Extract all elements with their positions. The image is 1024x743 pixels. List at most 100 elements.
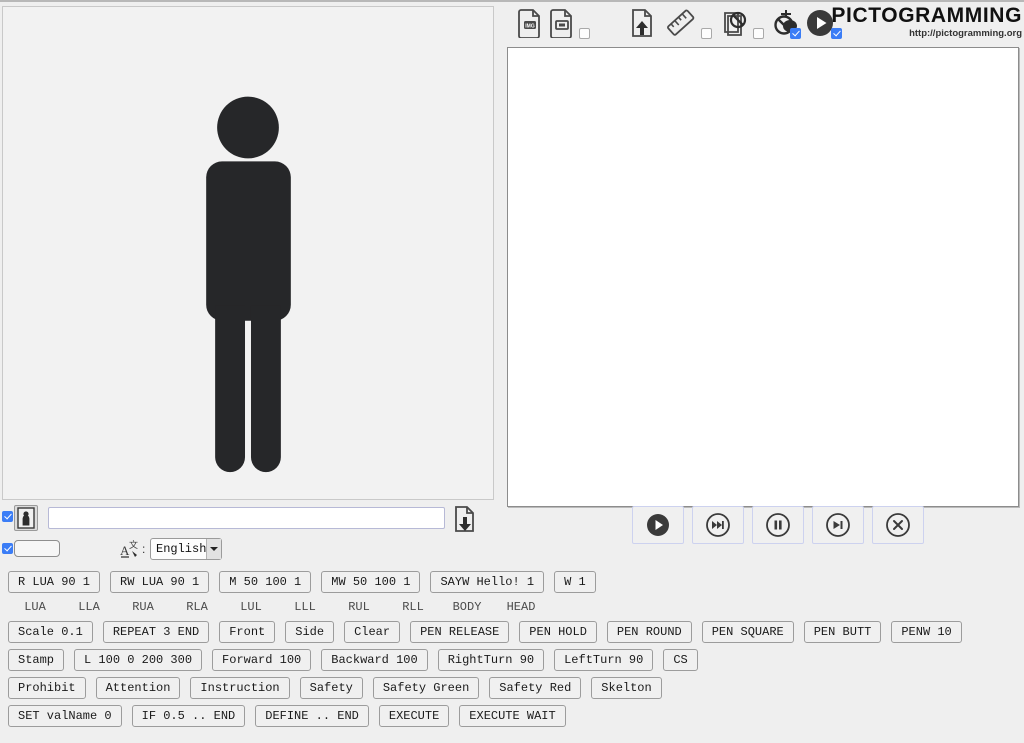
toolbar-checkbox-4[interactable] [790, 28, 801, 39]
ruler-icon[interactable] [667, 8, 695, 38]
translate-icon: A 文 [118, 538, 142, 560]
command-input[interactable] [48, 507, 445, 529]
body-part-label[interactable]: RLL [386, 600, 440, 614]
pictogram-right-leg [250, 305, 281, 473]
cmd-button[interactable]: PEN RELEASE [410, 621, 510, 643]
body-part-label[interactable]: RUA [116, 600, 170, 614]
cmd-button[interactable]: IF 0.5 .. END [131, 705, 246, 727]
cmd-button[interactable]: EXECUTE WAIT [459, 705, 566, 727]
cmd-button[interactable]: Front [219, 621, 276, 643]
cmd-button[interactable]: Backward 100 [321, 649, 428, 671]
play-filled-icon[interactable] [805, 8, 833, 38]
cmd-button[interactable]: PEN BUTT [803, 621, 882, 643]
body-part-label[interactable]: LLA [62, 600, 116, 614]
pictogram-left-leg [215, 305, 246, 473]
cmd-button[interactable]: Attention [95, 677, 181, 699]
body-part-label[interactable]: LUA [8, 600, 62, 614]
cmd-button[interactable]: PEN SQUARE [701, 621, 794, 643]
body-part-label[interactable]: RLA [170, 600, 224, 614]
brand-url: http://pictogramming.org [909, 28, 1022, 39]
drawing-commands-row: Scale 0.1 REPEAT 3 END Front Side Clear … [0, 618, 1024, 646]
cmd-button[interactable]: CS [663, 649, 698, 671]
body-part-label[interactable]: LUL [224, 600, 278, 614]
svg-text:IMG: IMG [525, 24, 535, 30]
pictogram-person-icon [17, 507, 35, 529]
play-icon [647, 514, 669, 536]
cmd-button[interactable]: PEN ROUND [606, 621, 692, 643]
pictogram-person-button[interactable] [14, 505, 38, 531]
save-image-icon[interactable]: IMG [517, 8, 545, 38]
cmd-button[interactable]: EXECUTE [378, 705, 450, 727]
cmd-button[interactable]: PENW 10 [891, 621, 962, 643]
sign-commands-row: Prohibit Attention Instruction Safety Sa… [0, 674, 1024, 702]
cmd-button[interactable]: Instruction [190, 677, 290, 699]
cmd-button[interactable]: RightTurn 90 [437, 649, 545, 671]
fast-forward-button[interactable] [692, 506, 744, 544]
toolbar-checkbox-1[interactable] [579, 28, 590, 39]
cmd-button[interactable]: Forward 100 [212, 649, 312, 671]
cmd-button[interactable]: L 100 0 200 300 [74, 649, 203, 671]
toolbar-checkbox-3[interactable] [753, 28, 764, 39]
language-row: A 文 : English [0, 538, 500, 564]
command-input-checkbox[interactable] [2, 511, 13, 522]
pictogram-head [217, 96, 279, 159]
stop-button[interactable] [872, 506, 924, 544]
play-button[interactable] [632, 506, 684, 544]
fast-forward-icon [706, 513, 730, 537]
cmd-button[interactable]: PEN HOLD [519, 621, 597, 643]
turtle-commands-row: Stamp L 100 0 200 300 Forward 100 Backwa… [0, 646, 1024, 674]
pause-button[interactable] [752, 506, 804, 544]
command-palette: R LUA 90 1 RW LUA 90 1 M 50 100 1 MW 50 … [0, 568, 1024, 730]
cmd-button[interactable]: DEFINE .. END [255, 705, 369, 727]
cmd-button[interactable]: SAYW Hello! 1 [430, 571, 545, 593]
svg-text:文: 文 [129, 539, 138, 550]
body-part-label[interactable]: HEAD [494, 600, 548, 614]
program-commands-row: SET valName 0 IF 0.5 .. END DEFINE .. EN… [0, 702, 1024, 730]
cmd-button[interactable]: Prohibit [8, 677, 86, 699]
cmd-button[interactable]: Scale 0.1 [8, 621, 93, 643]
brand-logo: PICTOGRAMMING http://pictogramming.org [831, 4, 1022, 40]
editor-toolbar: IMG PICTOGRAMMING http://pictogramming.o… [505, 4, 1024, 46]
no-grid-icon[interactable] [721, 8, 749, 38]
cmd-button[interactable]: W 1 [554, 571, 596, 593]
close-icon [886, 513, 910, 537]
playback-controls [632, 506, 924, 544]
cmd-button[interactable]: M 50 100 1 [219, 571, 312, 593]
save-animation-icon[interactable] [549, 8, 577, 38]
cmd-button[interactable]: MW 50 100 1 [321, 571, 421, 593]
translate-separator: : [142, 542, 146, 556]
cmd-button[interactable]: Safety Green [372, 677, 480, 699]
cmd-button[interactable]: Clear [344, 621, 401, 643]
cmd-button[interactable]: SET valName 0 [8, 705, 122, 727]
cmd-button[interactable]: Safety [299, 677, 363, 699]
pictogram-canvas[interactable] [2, 6, 494, 500]
body-part-label[interactable]: RUL [332, 600, 386, 614]
toolbar-checkbox-2[interactable] [701, 28, 712, 39]
cmd-button[interactable]: Safety Red [489, 677, 582, 699]
cmd-button[interactable]: REPEAT 3 END [102, 621, 210, 643]
cmd-button[interactable]: LeftTurn 90 [554, 649, 654, 671]
pause-icon [766, 513, 790, 537]
small-value-input[interactable] [14, 540, 60, 557]
step-icon [826, 513, 850, 537]
body-part-label[interactable]: LLL [278, 600, 332, 614]
code-editor[interactable] [507, 47, 1019, 507]
file-download-button[interactable] [453, 505, 479, 533]
command-input-row [0, 502, 500, 534]
brand-name: PICTOGRAMMING [831, 4, 1022, 27]
language-selected-value: English [156, 542, 207, 556]
cmd-button[interactable]: R LUA 90 1 [8, 571, 101, 593]
cmd-button[interactable]: RW LUA 90 1 [110, 571, 210, 593]
language-row-checkbox[interactable] [2, 543, 13, 554]
step-button[interactable] [812, 506, 864, 544]
language-select[interactable]: English [150, 538, 222, 560]
cmd-button[interactable]: Skelton [591, 677, 662, 699]
pictogramming-app: IMG PICTOGRAMMING http://pictogramming.o… [0, 0, 1024, 741]
cmd-button[interactable]: Side [285, 621, 335, 643]
cmd-button[interactable]: Stamp [8, 649, 65, 671]
chevron-down-icon [206, 539, 221, 559]
body-part-label[interactable]: BODY [440, 600, 494, 614]
body-parts-row: LUA LLA RUA RLA LUL LLL RUL RLL BODY HEA… [0, 596, 1024, 618]
motion-commands-row: R LUA 90 1 RW LUA 90 1 M 50 100 1 MW 50 … [0, 568, 1024, 596]
load-file-icon[interactable] [629, 8, 657, 38]
